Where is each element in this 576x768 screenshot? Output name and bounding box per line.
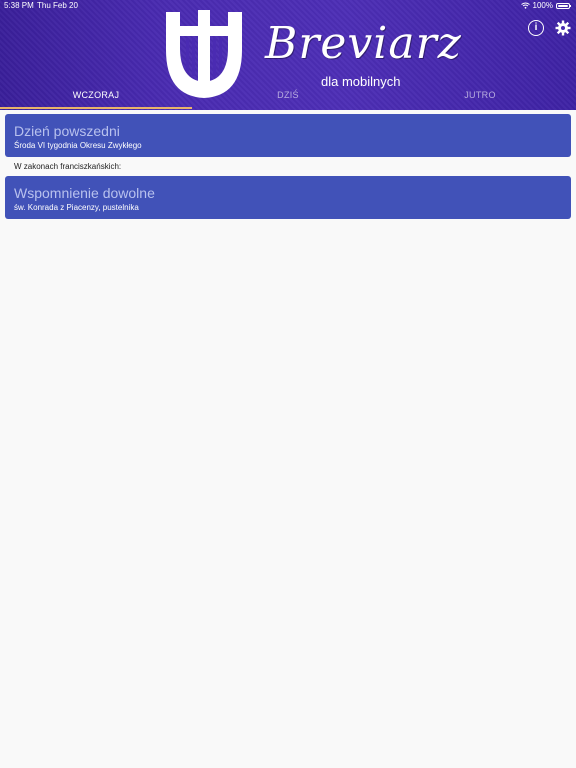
- status-time: 5:38 PM: [4, 1, 34, 10]
- card-title: Dzień powszedni: [14, 123, 120, 139]
- battery-icon: [556, 2, 571, 9]
- tab-label: JUTRO: [464, 90, 496, 100]
- tab-label: DZIŚ: [277, 90, 299, 100]
- liturgy-card-weekday[interactable]: Dzień powszedni Środa VI tygodnia Okresu…: [5, 114, 571, 157]
- tab-dzis[interactable]: DZIŚ: [192, 86, 384, 110]
- card-title: Wspomnienie dowolne: [14, 185, 155, 201]
- wifi-icon: [520, 2, 530, 9]
- tab-wczoraj[interactable]: WCZORAJ: [0, 86, 192, 110]
- card-subtitle: św. Konrada z Piacenzy, pustelnika: [14, 203, 139, 212]
- brand-title: Breviarz: [265, 18, 462, 69]
- app-header: 5:38 PM Thu Feb 20 100% Breviarz dla mob…: [0, 0, 576, 110]
- tab-jutro[interactable]: JUTRO: [384, 86, 576, 110]
- status-date: Thu Feb 20: [37, 1, 78, 10]
- tab-label: WCZORAJ: [72, 90, 120, 100]
- gear-icon[interactable]: [555, 20, 571, 36]
- status-bar: 5:38 PM Thu Feb 20 100%: [0, 0, 576, 12]
- day-tabs: WCZORAJ DZIŚ JUTRO: [0, 86, 576, 110]
- status-right: 100%: [520, 1, 571, 10]
- section-label: W zakonach franciszkańskich:: [14, 162, 122, 171]
- battery-percent: 100%: [532, 1, 553, 10]
- liturgy-card-memorial[interactable]: Wspomnienie dowolne św. Konrada z Piacen…: [5, 176, 571, 219]
- brand-logo: Breviarz dla mobilnych: [265, 18, 462, 90]
- info-icon[interactable]: i: [528, 20, 544, 36]
- card-subtitle: Środa VI tygodnia Okresu Zwykłego: [14, 141, 142, 150]
